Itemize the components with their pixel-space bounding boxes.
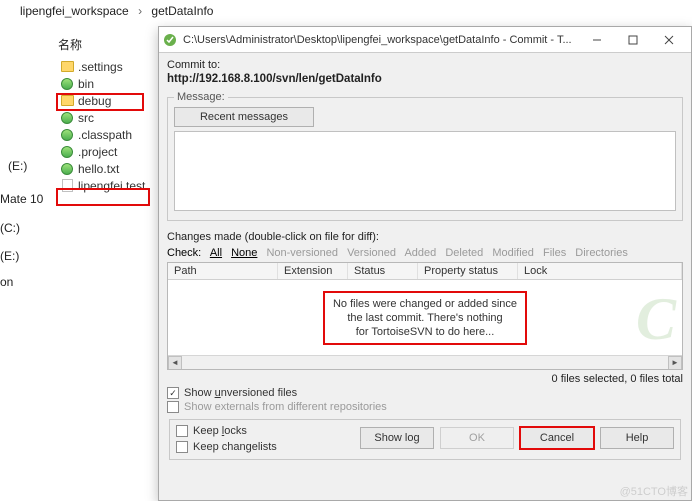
check-nonversioned-link[interactable]: Non-versioned — [266, 247, 338, 259]
list-item-label: src — [78, 111, 94, 125]
keep-changelists-label: Keep changelists — [193, 441, 277, 453]
list-item[interactable]: hello.txt — [58, 160, 158, 177]
maximize-button[interactable] — [615, 28, 651, 52]
check-added-link[interactable]: Added — [404, 247, 436, 259]
side-label: (E:) — [8, 159, 27, 173]
highlight-annotation — [56, 93, 144, 111]
check-label: Check: — [167, 247, 201, 259]
side-label: Mate 10 — [0, 192, 43, 206]
col-status[interactable]: Status — [348, 263, 418, 279]
col-extension[interactable]: Extension — [278, 263, 348, 279]
selection-status: 0 files selected, 0 files total — [167, 373, 683, 385]
side-label: (C:) — [0, 221, 20, 235]
dialog-title: C:\Users\Administrator\Desktop\lipengfei… — [183, 34, 579, 46]
keep-locks-checkbox[interactable] — [176, 425, 188, 437]
check-dirs-link[interactable]: Directories — [575, 247, 628, 259]
list-item[interactable]: .project — [58, 143, 158, 160]
scroll-right-icon[interactable]: ► — [668, 356, 682, 370]
message-legend: Message: — [174, 91, 228, 103]
col-path[interactable]: Path — [168, 263, 278, 279]
changed-files-grid[interactable]: Path Extension Status Property status Lo… — [167, 262, 683, 370]
list-item[interactable]: .classpath — [58, 126, 158, 143]
grid-header: Path Extension Status Property status Lo… — [168, 263, 682, 280]
commit-message-textarea[interactable] — [174, 131, 676, 211]
keep-locks-row[interactable]: Keep locks — [176, 425, 277, 437]
side-label: on — [0, 275, 13, 289]
changes-label: Changes made (double-click on file for d… — [167, 231, 683, 243]
keep-changelists-row[interactable]: Keep changelists — [176, 441, 277, 453]
bottom-group: Keep locks Keep changelists Show log OK … — [169, 419, 681, 460]
help-button[interactable]: Help — [600, 427, 674, 449]
check-deleted-link[interactable]: Deleted — [445, 247, 483, 259]
col-lock[interactable]: Lock — [518, 263, 682, 279]
check-versioned-link[interactable]: Versioned — [347, 247, 396, 259]
list-item[interactable]: src — [58, 109, 158, 126]
recent-messages-button[interactable]: Recent messages — [174, 107, 314, 127]
list-item[interactable]: bin — [58, 75, 158, 92]
list-item[interactable]: .settings — [58, 58, 158, 75]
globe-icon — [60, 128, 74, 142]
commit-dialog: C:\Users\Administrator\Desktop\lipengfei… — [158, 26, 692, 501]
breadcrumb-part-1[interactable]: lipengfei_workspace — [20, 4, 129, 18]
list-item-label: .settings — [78, 60, 123, 74]
ok-button: OK — [440, 427, 514, 449]
show-log-button[interactable]: Show log — [360, 427, 434, 449]
keep-changelists-checkbox[interactable] — [176, 441, 188, 453]
folder-icon — [60, 60, 74, 74]
globe-icon — [60, 77, 74, 91]
list-item-label: hello.txt — [78, 162, 119, 176]
commit-to-label: Commit to: — [167, 59, 683, 71]
show-externals-checkbox — [167, 401, 179, 413]
show-unversioned-label: Show unversioned files — [184, 387, 297, 399]
scroll-left-icon[interactable]: ◄ — [168, 356, 182, 370]
breadcrumb-sep: › — [138, 4, 142, 18]
show-externals-row: Show externals from different repositori… — [167, 401, 683, 413]
highlight-annotation — [56, 188, 150, 206]
show-unversioned-row[interactable]: Show unversioned files — [167, 387, 683, 399]
globe-icon — [60, 162, 74, 176]
list-item-label: .classpath — [78, 128, 132, 142]
keep-locks-label: Keep locks — [193, 425, 247, 437]
show-unversioned-checkbox[interactable] — [167, 387, 179, 399]
empty-grid-message: No files were changed or added since the… — [323, 291, 527, 346]
message-group: Message: Recent messages — [167, 91, 683, 221]
list-item-label: .project — [78, 145, 117, 159]
close-button[interactable] — [651, 28, 687, 52]
breadcrumb-part-2[interactable]: getDataInfo — [151, 4, 213, 18]
show-externals-label: Show externals from different repositori… — [184, 401, 387, 413]
column-header-name[interactable]: 名称 — [58, 36, 82, 53]
grid-hscrollbar[interactable]: ◄ ► — [168, 355, 682, 369]
side-label: (E:) — [0, 249, 19, 263]
globe-icon — [60, 145, 74, 159]
file-tree: .settings bin debug src .classpath .proj… — [58, 58, 158, 194]
minimize-button[interactable] — [579, 28, 615, 52]
breadcrumb[interactable]: lipengfei_workspace › getDataInfo — [20, 4, 213, 18]
titlebar[interactable]: C:\Users\Administrator\Desktop\lipengfei… — [159, 27, 691, 53]
check-none-link[interactable]: None — [231, 247, 257, 259]
cancel-button[interactable]: Cancel — [520, 427, 594, 449]
globe-icon — [60, 111, 74, 125]
check-modified-link[interactable]: Modified — [492, 247, 534, 259]
col-property-status[interactable]: Property status — [418, 263, 518, 279]
commit-url: http://192.168.8.100/svn/len/getDataInfo — [167, 73, 683, 85]
check-files-link[interactable]: Files — [543, 247, 566, 259]
list-item-label: bin — [78, 77, 94, 91]
app-icon — [163, 33, 177, 47]
check-filter-row: Check: All None Non-versioned Versioned … — [167, 247, 683, 259]
check-all-link[interactable]: All — [210, 247, 222, 259]
grid-body: No files were changed or added since the… — [168, 281, 682, 355]
